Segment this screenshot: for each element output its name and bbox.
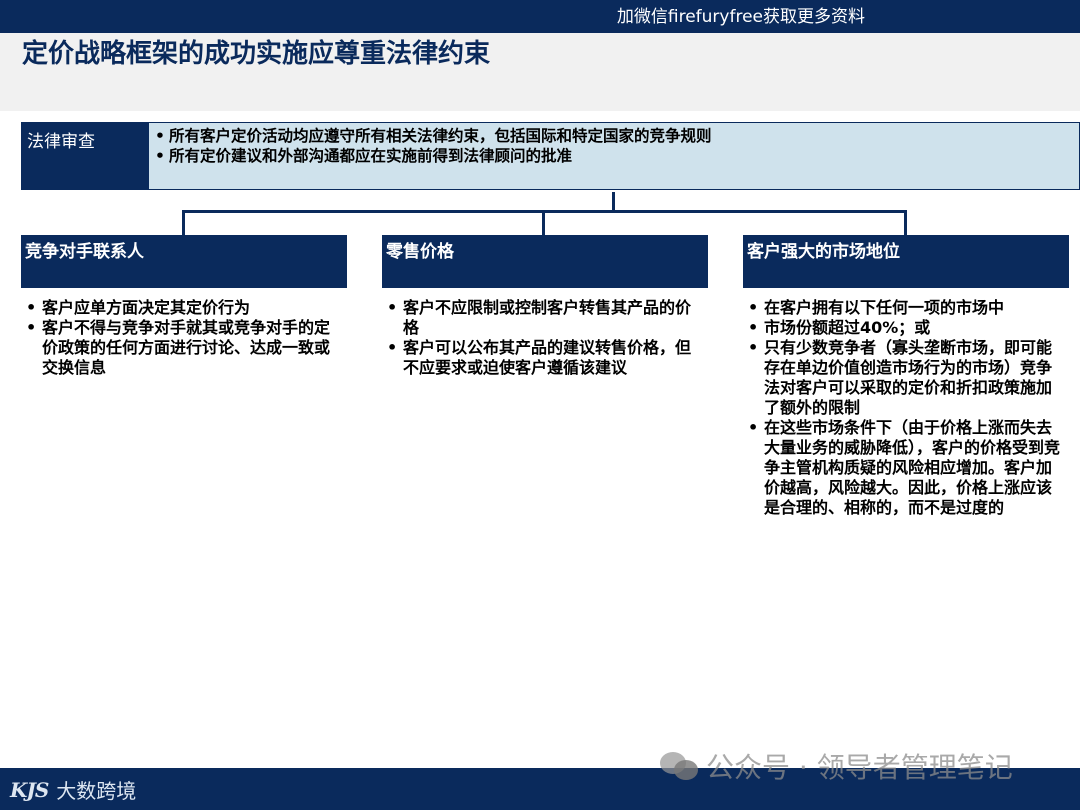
column-list-market-position: 在客户拥有以下任何一项的市场中 市场份额超过40%；或 只有少数竞争者（寡头垄断… xyxy=(746,298,1066,518)
column-header-competitor-contacts: 竞争对手联系人 xyxy=(21,235,347,288)
column-item: 在客户拥有以下任何一项的市场中 xyxy=(746,298,1066,318)
connector-trunk xyxy=(612,192,615,211)
connector-left xyxy=(182,210,185,235)
footer-brand: KJS 大数跨境 xyxy=(10,775,136,804)
connector-right xyxy=(904,210,907,235)
legal-review-item: 所有客户定价活动均应遵守所有相关法律约束，包括国际和特定国家的竞争规则 xyxy=(155,126,1073,146)
column-item: 客户应单方面决定其定价行为 xyxy=(24,298,344,318)
column-item: 客户不得与竞争对手就其或竞争对手的定价政策的任何方面进行讨论、达成一致或交换信息 xyxy=(24,318,344,378)
page-title: 定价战略框架的成功实施应尊重法律约束 xyxy=(22,39,491,69)
top-bar: 加微信firefuryfree获取更多资料 xyxy=(0,0,1080,33)
column-item: 在这些市场条件下（由于价格上涨而失去大量业务的威胁降低），客户的价格受到竞争主管… xyxy=(746,418,1066,518)
legal-review-row: 法律审查 所有客户定价活动均应遵守所有相关法律约束，包括国际和特定国家的竞争规则… xyxy=(21,122,1080,192)
watermark-text: 公众号 · 领导者管理笔记 xyxy=(706,751,1013,784)
column-header-retail-price: 零售价格 xyxy=(382,235,708,288)
top-bar-text: 加微信firefuryfree获取更多资料 xyxy=(616,7,865,27)
column-item: 客户可以公布其产品的建议转售价格，但不应要求或迫使客户遵循该建议 xyxy=(385,338,705,378)
column-header-market-position: 客户强大的市场地位 xyxy=(743,235,1069,288)
column-list-competitor-contacts: 客户应单方面决定其定价行为 客户不得与竞争对手就其或竞争对手的定价政策的任何方面… xyxy=(24,298,344,378)
column-item: 客户不应限制或控制客户转售其产品的价格 xyxy=(385,298,705,338)
brand-logo: KJS xyxy=(10,777,49,802)
watermark: 公众号 · 领导者管理笔记 xyxy=(658,748,1013,784)
legal-review-body: 所有客户定价活动均应遵守所有相关法律约束，包括国际和特定国家的竞争规则 所有定价… xyxy=(148,122,1080,190)
brand-text: 大数跨境 xyxy=(56,779,137,803)
column-item: 市场份额超过40%；或 xyxy=(746,318,1066,338)
connector-middle xyxy=(542,210,545,235)
wechat-icon xyxy=(658,750,700,782)
legal-review-label: 法律审查 xyxy=(21,122,148,190)
column-item: 只有少数竞争者（寡头垄断市场，即可能存在单边价值创造市场行为的市场）竞争法对客户… xyxy=(746,338,1066,418)
column-list-retail-price: 客户不应限制或控制客户转售其产品的价格 客户可以公布其产品的建议转售价格，但不应… xyxy=(385,298,705,378)
legal-review-item: 所有定价建议和外部沟通都应在实施前得到法律顾问的批准 xyxy=(155,146,1073,166)
legal-review-list: 所有客户定价活动均应遵守所有相关法律约束，包括国际和特定国家的竞争规则 所有定价… xyxy=(155,126,1073,166)
